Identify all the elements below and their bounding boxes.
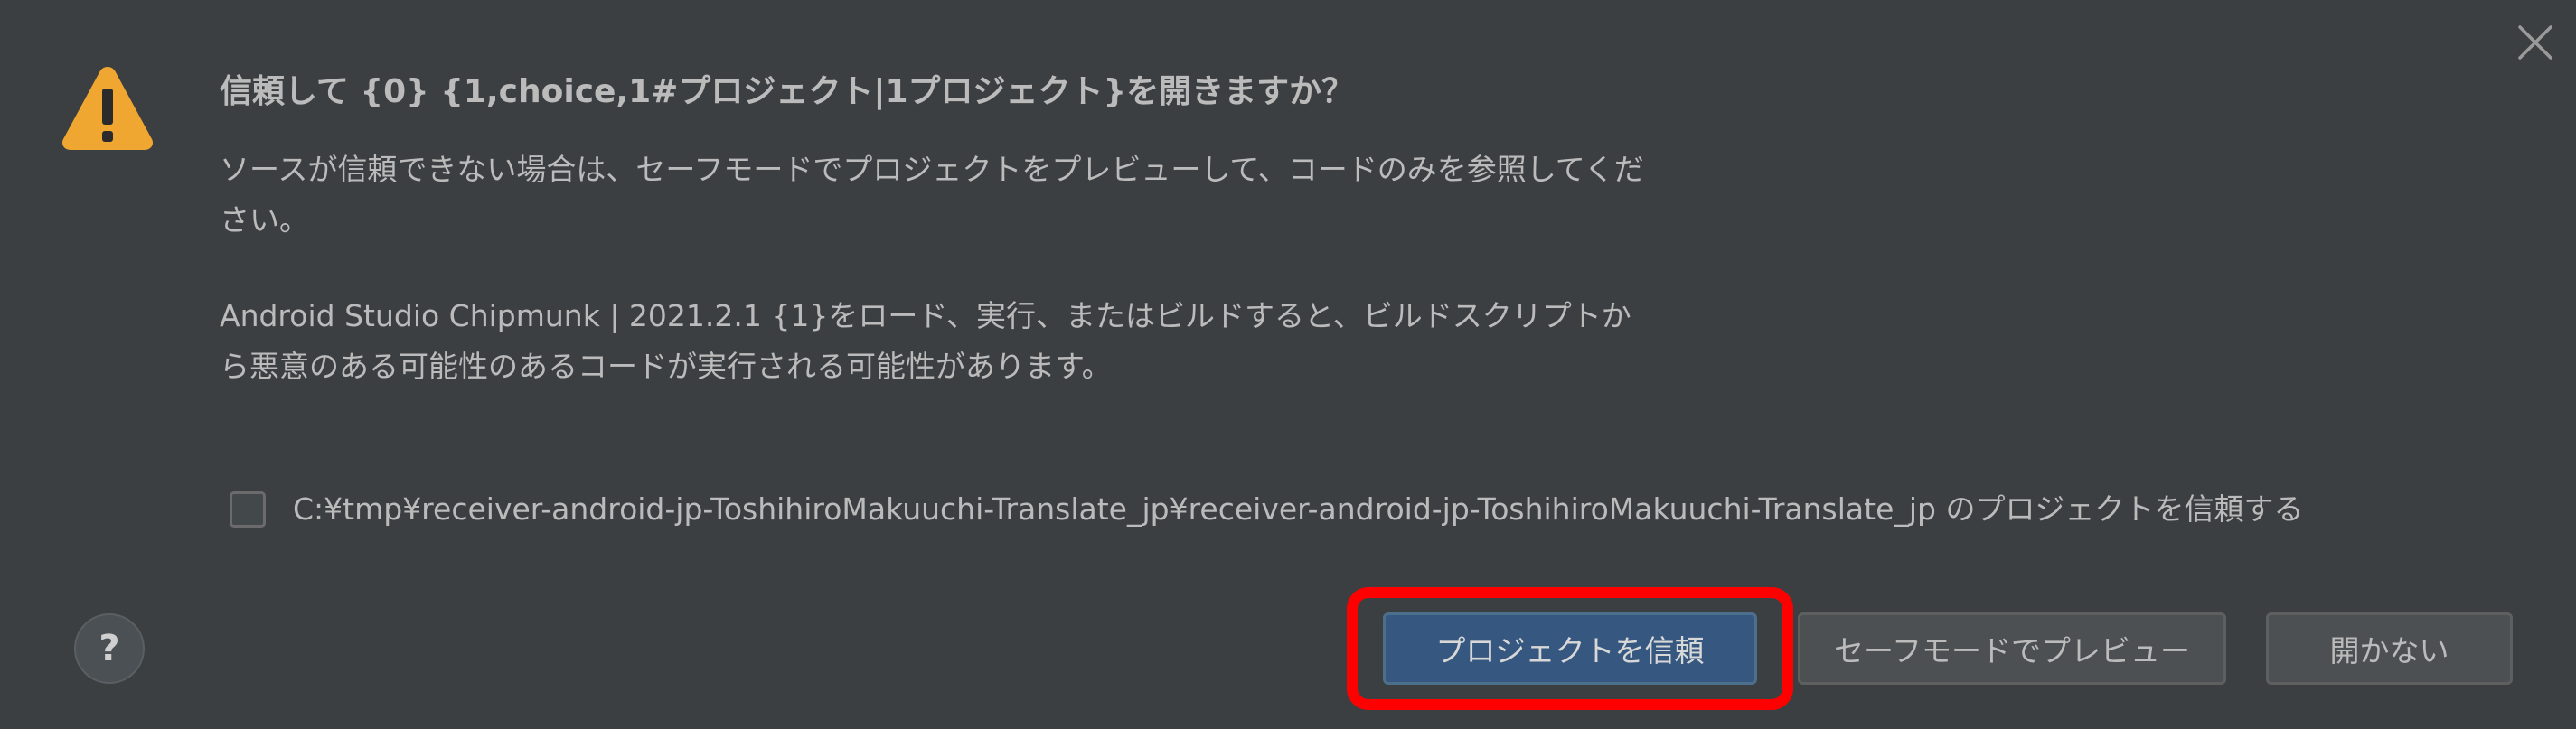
help-button[interactable]: ? (74, 613, 145, 684)
warning-icon (60, 63, 155, 152)
close-icon[interactable] (2513, 20, 2558, 65)
trust-project-dialog: 信頼して {0} {1,choice,1#プロジェクト|1プロジェクト}を開きま… (0, 0, 2576, 729)
trust-project-button[interactable]: プロジェクトを信頼 (1383, 612, 1757, 685)
safe-mode-description: ソースが信頼できない場合は、セーフモードでプロジェクトをプレビューして、コードの… (220, 152, 1644, 238)
trust-checkbox[interactable] (230, 491, 266, 528)
close-button[interactable] (2513, 20, 2558, 65)
trust-checkbox-row[interactable]: C:¥tmp¥receiver-android-jp-ToshihiroMaku… (230, 484, 2303, 535)
trust-checkbox-label[interactable]: C:¥tmp¥receiver-android-jp-ToshihiroMaku… (293, 484, 2303, 535)
safe-mode-preview-button[interactable]: セーフモードでプレビュー (1798, 612, 2226, 685)
dialog-title: 信頼して {0} {1,choice,1#プロジェクト|1プロジェクト}を開きま… (220, 73, 1355, 110)
dont-open-button[interactable]: 開かない (2266, 612, 2513, 685)
risk-description: Android Studio Chipmunk | 2021.2.1 {1}をロ… (220, 298, 1631, 384)
